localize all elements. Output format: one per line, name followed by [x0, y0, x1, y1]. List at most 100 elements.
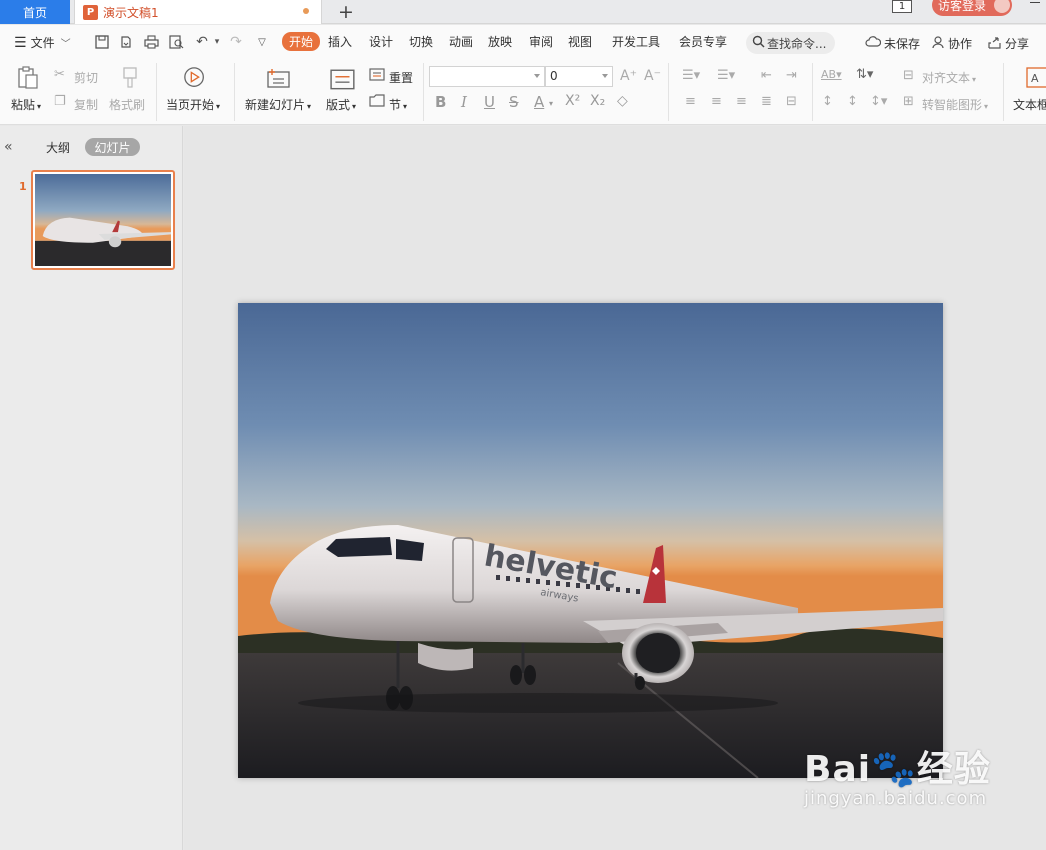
customize-toolbar-icon[interactable]: ▽ — [254, 34, 270, 50]
slide-1[interactable]: helvetic airways — [238, 303, 943, 778]
export-icon[interactable] — [118, 34, 134, 50]
tab-outline[interactable]: 大纲 — [46, 139, 70, 156]
undo-dropdown-icon[interactable]: ▾ — [209, 34, 225, 50]
tab-slides[interactable]: 幻灯片 — [85, 138, 140, 156]
align-text-icon: ⊟ — [903, 68, 914, 83]
tab-home[interactable]: 首页 — [0, 0, 70, 24]
underline-icon[interactable]: U — [484, 93, 495, 111]
tab-slides-label: 幻灯片 — [94, 140, 131, 155]
text-box-icon[interactable]: A — [1024, 66, 1046, 90]
tab-document[interactable]: P 演示文稿1 — [74, 0, 322, 24]
italic-icon[interactable]: I — [461, 93, 467, 111]
format-painter-icon[interactable] — [117, 66, 143, 90]
layout-button[interactable]: 版式 ▾ — [326, 96, 356, 113]
print-preview-icon[interactable] — [168, 34, 184, 50]
align-left-icon[interactable]: ≡ — [685, 94, 696, 109]
layout-label: 版式 — [326, 98, 351, 112]
command-search[interactable]: 查找命令... — [746, 32, 835, 54]
share-label: 分享 — [1005, 37, 1030, 51]
spacing-dropdown-icon[interactable]: ↕▾ — [870, 94, 887, 109]
text-direction-icon[interactable]: ⇅▾ — [856, 67, 873, 82]
user-icon — [932, 35, 945, 52]
slide-thumbnail[interactable] — [31, 170, 175, 270]
login-button[interactable]: 访客登录 — [932, 0, 1012, 16]
format-painter-button[interactable]: 格式刷 — [109, 96, 145, 113]
play-from-current-button[interactable]: 当页开始 ▾ — [166, 96, 220, 113]
align-right-icon[interactable]: ≡ — [736, 94, 747, 109]
increase-font-icon[interactable]: A⁺ — [620, 68, 637, 84]
font-size-select[interactable]: 0 — [545, 66, 613, 87]
section-button[interactable]: 节 ▾ — [389, 96, 407, 113]
print-icon[interactable] — [143, 34, 159, 50]
clear-format-icon[interactable]: ◇ — [617, 93, 628, 109]
new-slide-icon[interactable] — [266, 66, 292, 90]
login-label: 访客登录 — [938, 0, 987, 13]
tab-view[interactable]: 视图 — [568, 33, 592, 50]
search-icon — [752, 35, 765, 52]
tab-transition[interactable]: 切换 — [409, 33, 433, 50]
save-status[interactable]: 未保存 — [865, 35, 920, 52]
minimize-icon[interactable] — [1030, 2, 1040, 3]
tab-insert[interactable]: 插入 — [328, 33, 352, 50]
reset-button[interactable]: 重置 — [389, 69, 413, 86]
new-tab-button[interactable]: + — [336, 0, 356, 24]
airplane-photo[interactable]: helvetic airways — [238, 303, 943, 778]
app-tab-bar: 首页 P 演示文稿1 + 1 访客登录 — [0, 0, 1046, 24]
undo-icon[interactable]: ↶ — [194, 34, 210, 50]
tab-member[interactable]: 会员专享 — [679, 33, 727, 50]
file-menu[interactable]: ☰ 文件 ﹀ — [14, 34, 71, 51]
align-center-icon[interactable]: ≡ — [711, 94, 722, 109]
redo-icon[interactable]: ↷ — [228, 34, 244, 50]
chevron-down-icon[interactable]: ▾ — [549, 99, 553, 108]
tab-start[interactable]: 开始 — [282, 32, 321, 51]
tab-developer[interactable]: 开发工具 — [612, 33, 660, 50]
strikethrough-icon[interactable]: S — [509, 93, 519, 111]
ribbon-separator — [234, 63, 235, 121]
line-spacing-icon[interactable]: ↕ — [822, 94, 833, 109]
menu-bar: ☰ 文件 ﹀ ↶ ▾ ↷ ▽ 开始 插入 设计 切换 动画 放映 审阅 视图 开… — [0, 25, 1046, 59]
layout-icon[interactable] — [330, 68, 356, 92]
copy-icon: ❐ — [54, 94, 66, 109]
document-title: 演示文稿1 — [103, 5, 159, 20]
justify-icon[interactable]: ≣ — [761, 94, 772, 109]
decrease-indent-icon[interactable]: ⇤ — [761, 68, 772, 83]
paste-icon[interactable] — [15, 66, 41, 90]
slide-thumbnail-image — [35, 174, 171, 266]
increase-indent-icon[interactable]: ⇥ — [786, 68, 797, 83]
tab-slideshow[interactable]: 放映 — [488, 33, 512, 50]
paragraph-spacing-icon[interactable]: ↕ — [847, 94, 858, 109]
font-color-icon[interactable]: A — [534, 93, 544, 111]
align-text-button[interactable]: 对齐文本 ▾ — [922, 69, 976, 86]
tab-design[interactable]: 设计 — [369, 33, 393, 50]
font-name-select[interactable] — [429, 66, 545, 87]
ribbon-separator — [156, 63, 157, 121]
cut-button[interactable]: 剪切 — [74, 69, 98, 86]
collapse-panel-icon[interactable]: « — [4, 139, 13, 155]
char-spacing-icon[interactable]: AB▾ — [821, 68, 842, 81]
smart-graphic-button[interactable]: 转智能图形 ▾ — [922, 96, 988, 113]
collaborate-button[interactable]: 协作 — [932, 35, 972, 52]
tab-animation[interactable]: 动画 — [449, 33, 473, 50]
share-button[interactable]: 分享 — [988, 35, 1029, 52]
text-box-button[interactable]: 文本框 — [1013, 96, 1046, 113]
paste-button[interactable]: 粘贴 ▾ — [11, 96, 41, 113]
decrease-font-icon[interactable]: A⁻ — [644, 68, 661, 84]
copy-button[interactable]: 复制 — [74, 96, 98, 113]
new-slide-button[interactable]: 新建幻灯片 ▾ — [245, 96, 311, 113]
play-icon[interactable] — [182, 66, 208, 90]
numbered-list-icon[interactable]: ☰▾ — [717, 68, 735, 83]
smart-graphic-icon: ⊞ — [903, 94, 914, 109]
bold-icon[interactable]: B — [435, 93, 446, 111]
bullet-list-icon[interactable]: ☰▾ — [682, 68, 700, 83]
unsaved-indicator — [303, 8, 309, 14]
window-count-badge[interactable]: 1 — [892, 0, 912, 13]
subscript-icon[interactable]: X₂ — [590, 93, 605, 109]
chevron-down-icon — [602, 74, 608, 78]
paste-label: 粘贴 — [11, 98, 36, 112]
section-icon — [369, 94, 385, 107]
superscript-icon[interactable]: X² — [565, 93, 580, 109]
tab-review[interactable]: 审阅 — [529, 33, 553, 50]
distribute-icon[interactable]: ⊟ — [786, 94, 797, 109]
save-icon[interactable] — [94, 34, 110, 50]
hamburger-icon: ☰ — [14, 34, 27, 51]
